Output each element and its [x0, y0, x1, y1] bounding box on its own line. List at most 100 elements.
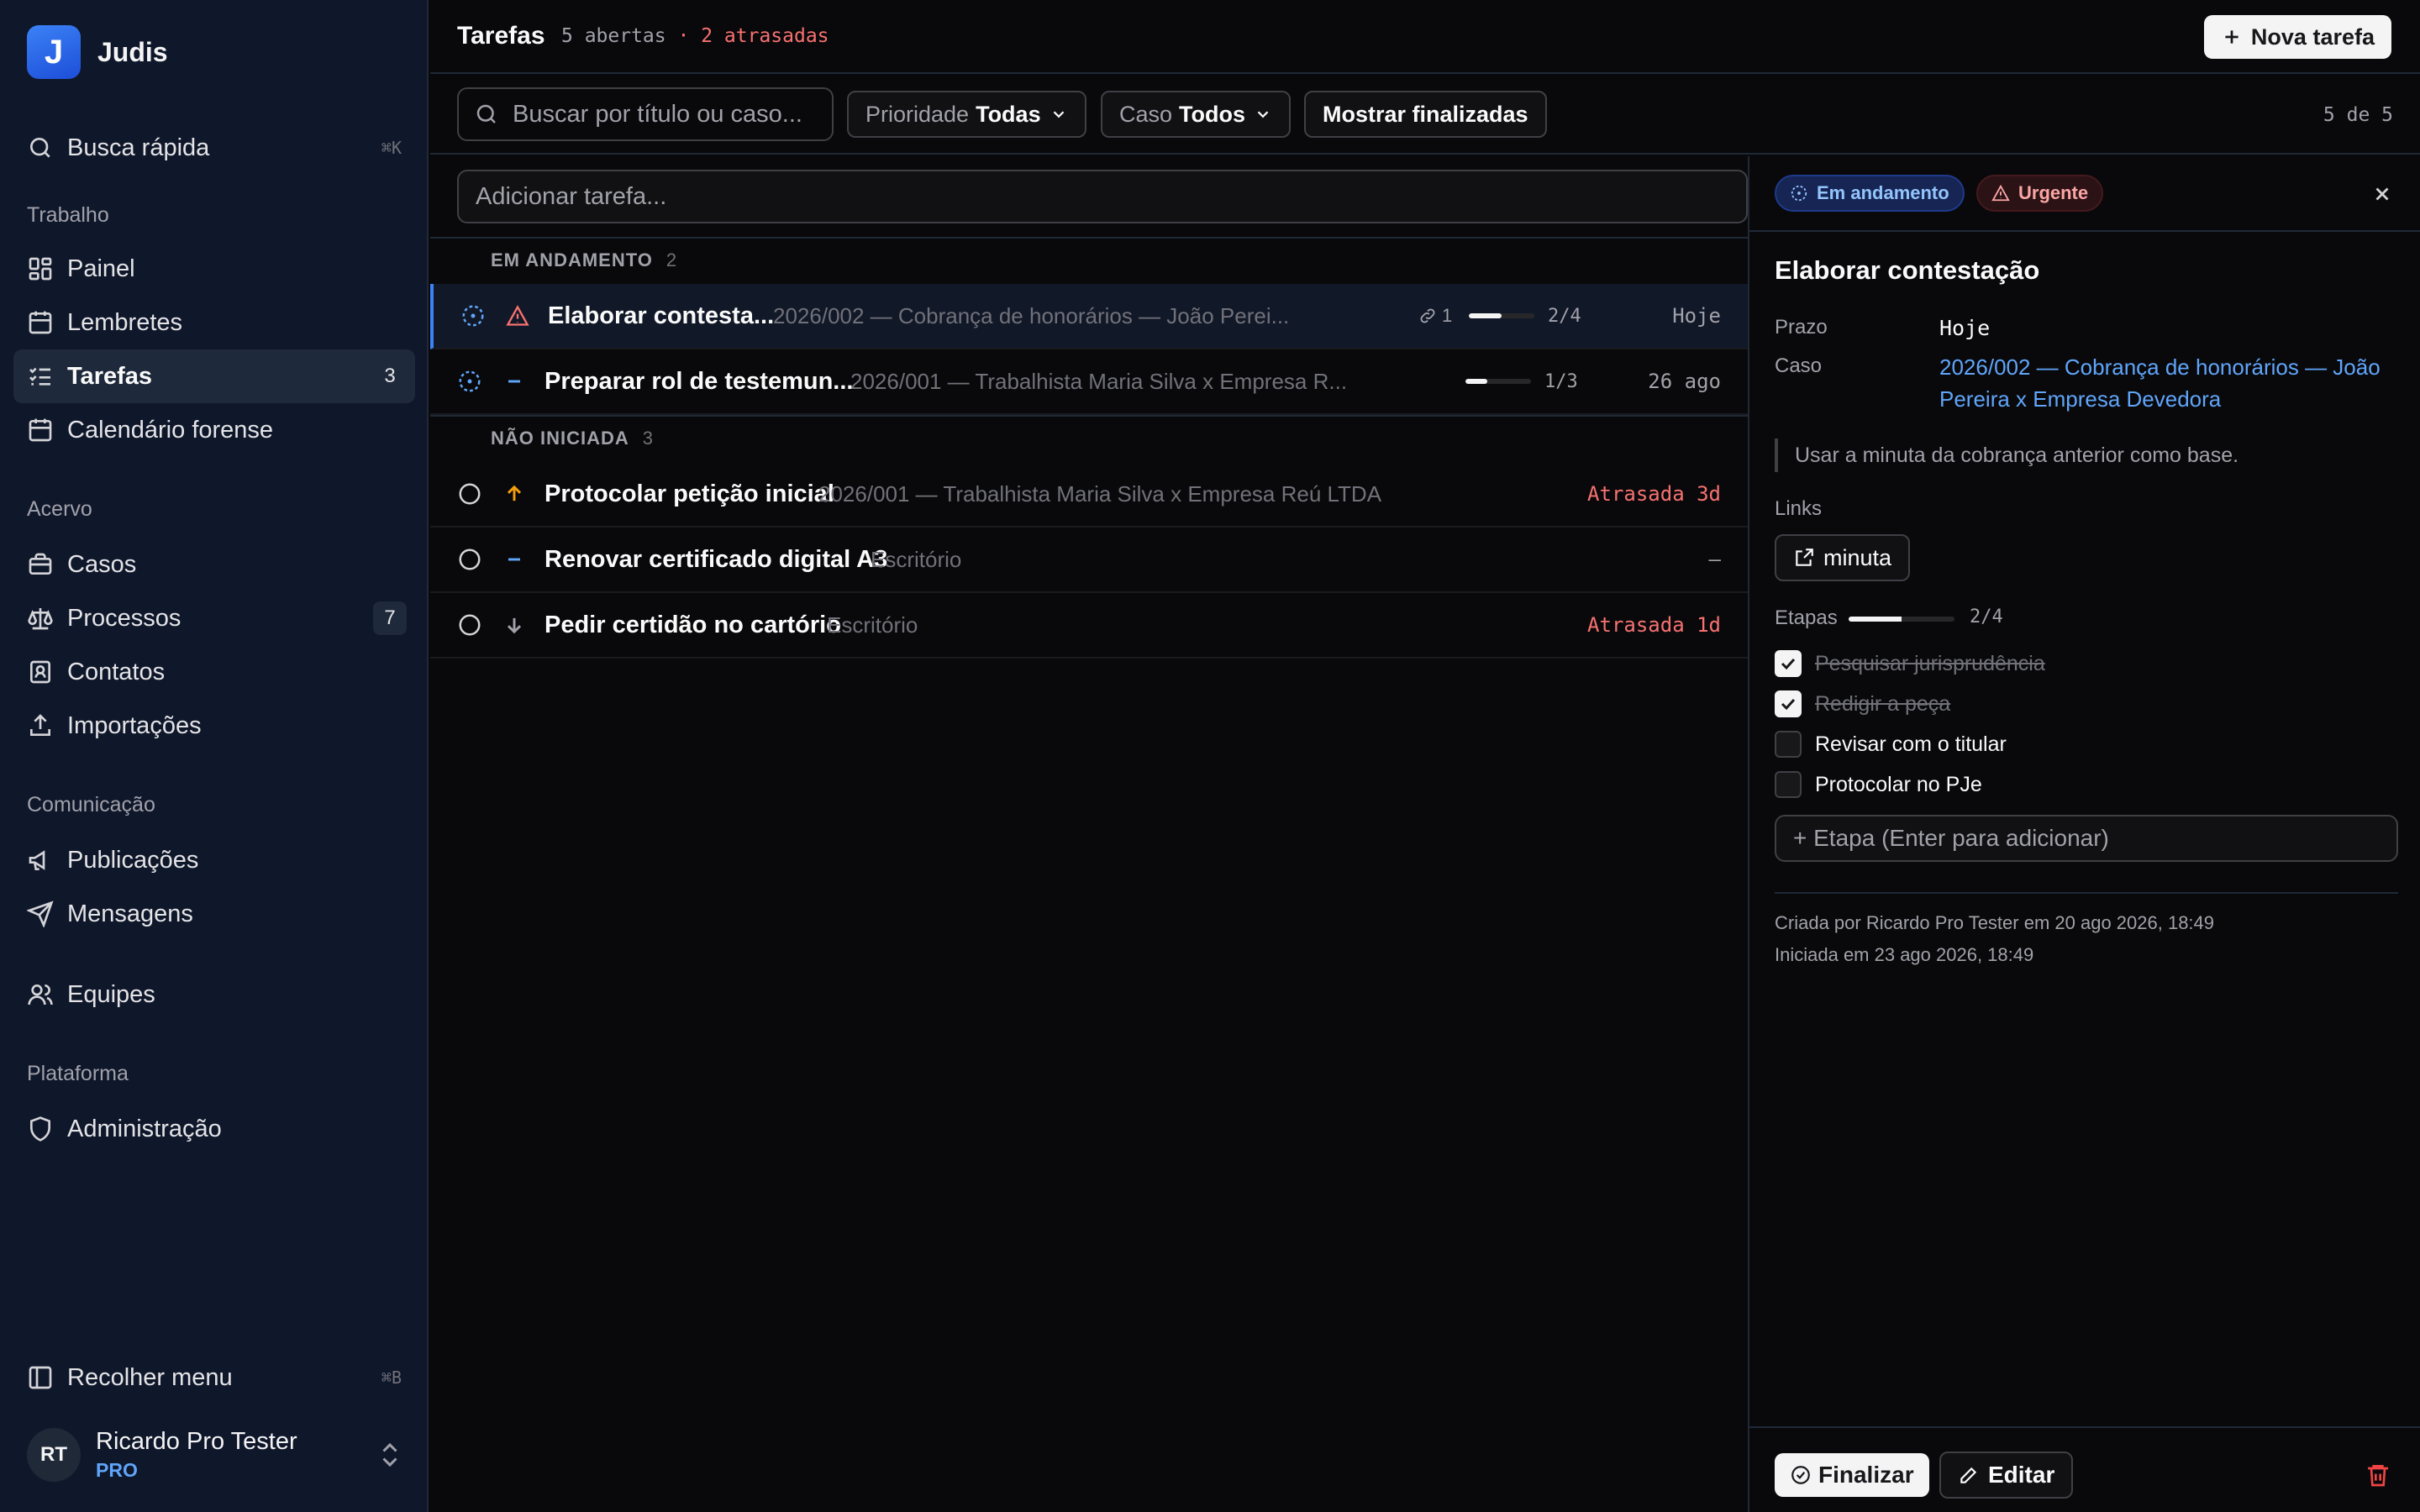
case-link[interactable]: 2026/002 — Cobrança de honorários — João…	[1939, 351, 2393, 415]
sidebar-item-tarefas[interactable]: Tarefas 3	[13, 349, 415, 403]
sidebar-item-casos[interactable]: Casos	[13, 538, 415, 591]
task-due: Atrasada 3d	[1587, 482, 1721, 506]
task-links-count: 1	[1418, 305, 1452, 327]
section-label-collection: Acervo	[27, 497, 92, 521]
steps-count: 2/4	[1970, 606, 2003, 627]
sidebar-item-lembretes[interactable]: Lembretes	[13, 296, 415, 349]
new-task-button[interactable]: Nova tarefa	[2203, 15, 2391, 59]
sidebar-item-calendario[interactable]: Calendário forense	[13, 403, 415, 457]
user-plan-badge: PRO	[96, 1459, 138, 1481]
user-name: Ricardo Pro Tester	[96, 1428, 297, 1455]
step-item[interactable]: Pesquisar jurisprudência	[1775, 648, 2045, 679]
task-row[interactable]: Protocolar petição inicial 2026/001 — Tr…	[430, 462, 1748, 528]
quick-search-label: Busca rápida	[67, 134, 210, 161]
sidebar-item-label: Tarefas	[67, 362, 153, 390]
minus-icon	[508, 558, 520, 561]
trash-icon[interactable]	[2365, 1462, 2391, 1488]
priority-filter-value: Todas	[976, 101, 1041, 127]
sidebar-item-equipes[interactable]: Equipes	[13, 968, 415, 1021]
task-due: –	[1708, 548, 1721, 571]
sidebar-item-processos[interactable]: Processos 7	[13, 591, 415, 645]
step-checkbox[interactable]	[1775, 771, 1802, 798]
layout-dashboard-icon	[29, 257, 52, 281]
scale-icon	[28, 608, 53, 630]
chevrons-up-down-icon	[382, 1442, 397, 1467]
sidebar-item-publicacoes[interactable]: Publicações	[13, 833, 415, 887]
check-icon	[1781, 698, 1796, 711]
attachment-link-label: minuta	[1823, 544, 1892, 570]
collapse-menu-label: Recolher menu	[67, 1363, 233, 1391]
group-count: 3	[642, 428, 654, 449]
brand[interactable]: J Judis	[27, 25, 168, 79]
external-link-icon	[1796, 549, 1813, 566]
case-filter[interactable]: Caso Todos	[1101, 91, 1292, 138]
result-count: 5 de 5	[2323, 104, 2393, 126]
sidebar-item-label: Contatos	[67, 658, 166, 685]
in-progress-status-icon[interactable]	[460, 303, 486, 328]
not-started-status-icon[interactable]	[457, 612, 482, 638]
add-task-input[interactable]	[476, 182, 1719, 211]
search-icon	[30, 138, 50, 158]
due-value: Hoje	[1939, 316, 1991, 340]
processos-count-badge: 7	[373, 601, 407, 635]
step-checkbox[interactable]	[1775, 731, 1802, 758]
search-input[interactable]	[513, 100, 815, 129]
page-header: Tarefas 5 abertas · 2 atrasadas Nova tar…	[430, 0, 2420, 74]
sidebar-item-label: Importações	[67, 711, 202, 739]
sidebar-item-label: Equipes	[67, 980, 155, 1008]
alert-triangle-icon	[506, 305, 529, 326]
finish-label: Finalizar	[1818, 1462, 1914, 1488]
app-logo: J	[27, 25, 81, 79]
page-title: Tarefas	[457, 22, 545, 50]
steps-progress-bar	[1849, 617, 1954, 622]
step-checkbox[interactable]	[1775, 650, 1802, 677]
edit-button[interactable]: Editar	[1939, 1452, 2074, 1499]
step-label: Protocolar no PJe	[1815, 772, 1982, 796]
briefcase-icon	[29, 553, 52, 575]
finish-button[interactable]: Finalizar	[1775, 1453, 1929, 1497]
not-started-status-icon[interactable]	[457, 481, 482, 507]
task-title: Preparar rol de testemun...	[544, 367, 854, 395]
attachment-link-button[interactable]: minuta	[1775, 534, 1911, 581]
group-header-not-started[interactable]: NÃO INICIADA 3	[430, 415, 1748, 460]
sidebar-item-painel[interactable]: Painel	[13, 242, 415, 296]
task-note: Usar a minuta da cobrança anterior como …	[1775, 438, 2396, 472]
step-item[interactable]: Redigir a peça	[1775, 689, 1950, 719]
calendar-icon	[29, 418, 52, 442]
quick-search-button[interactable]: Busca rápida ⌘K	[13, 121, 415, 175]
in-progress-status-icon[interactable]	[457, 369, 482, 394]
user-menu[interactable]: RT Ricardo Pro Tester PRO	[27, 1428, 405, 1482]
search-box	[457, 87, 834, 141]
task-detail-panel: Em andamento Urgente Elaborar contestaçã…	[1748, 156, 2420, 1512]
sidebar-item-administracao[interactable]: Administração	[13, 1102, 415, 1156]
not-started-status-icon[interactable]	[457, 547, 482, 572]
group-header-in-progress[interactable]: EM ANDAMENTO 2	[430, 237, 1748, 282]
task-list: EM ANDAMENTO 2 Elaborar contesta... 2026…	[430, 156, 1748, 1512]
sidebar-item-importacoes[interactable]: Importações	[13, 699, 415, 753]
chevron-down-icon	[1257, 111, 1269, 118]
task-case: Escritório	[871, 546, 962, 572]
add-step-box	[1775, 815, 2398, 862]
close-icon[interactable]	[2371, 183, 2393, 205]
task-case: Escritório	[827, 612, 918, 638]
priority-badge[interactable]: Urgente	[1976, 175, 2104, 212]
add-step-input[interactable]	[1793, 825, 2381, 852]
task-row[interactable]: Renovar certificado digital A3 Escritóri…	[430, 528, 1748, 593]
sidebar-item-contatos[interactable]: Contatos	[13, 645, 415, 699]
task-row[interactable]: Pedir certidão no cartório Escritório At…	[430, 593, 1748, 659]
step-item[interactable]: Revisar com o titular	[1775, 729, 2007, 759]
sidebar-item-mensagens[interactable]: Mensagens	[13, 887, 415, 941]
alert-triangle-icon	[1991, 184, 2010, 202]
step-checkbox[interactable]	[1775, 690, 1802, 717]
links-count: 1	[1442, 305, 1453, 326]
collapse-menu-button[interactable]: Recolher menu ⌘B	[13, 1351, 415, 1404]
priority-filter[interactable]: Prioridade Todas	[847, 91, 1086, 138]
task-row[interactable]: Preparar rol de testemun... 2026/001 — T…	[430, 349, 1748, 415]
step-item[interactable]: Protocolar no PJe	[1775, 769, 1982, 800]
show-finished-toggle[interactable]: Mostrar finalizadas	[1304, 91, 1547, 138]
task-row[interactable]: Elaborar contesta... 2026/002 — Cobrança…	[430, 284, 1748, 349]
arrow-down-icon	[507, 617, 522, 634]
tarefas-count-badge: 3	[384, 365, 396, 387]
status-badge[interactable]: Em andamento	[1775, 175, 1965, 212]
due-label: Prazo	[1775, 316, 1828, 339]
